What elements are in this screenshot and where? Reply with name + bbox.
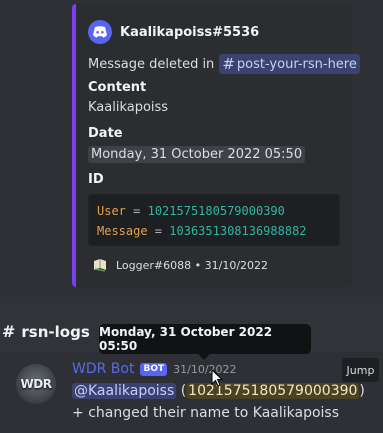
channel-mention-label: post-your-rsn-here — [236, 56, 357, 72]
avatar[interactable]: WDR — [16, 364, 56, 404]
code-line-user: User = 1021575180579000390 — [97, 204, 285, 218]
code-value: 1036351308136988882 — [169, 224, 307, 238]
embed-author: Kaalikapoiss#5536 — [88, 20, 259, 44]
field-id-name: ID — [88, 172, 104, 187]
code-key: Message — [97, 224, 148, 238]
embed-description: Message deleted in # post-your-rsn-here — [88, 54, 360, 74]
field-content-name: Content — [88, 80, 147, 95]
bot-badge: BOT — [140, 362, 168, 376]
embed-author-name: Kaalikapoiss#5536 — [120, 24, 260, 40]
book-icon — [94, 259, 106, 272]
channel-mention[interactable]: # post-your-rsn-here — [219, 54, 360, 74]
code-value: 1021575180579000390 — [147, 204, 285, 218]
paren-close: ) — [359, 383, 365, 399]
code-line-message: Message = 1036351308136988882 — [97, 224, 307, 238]
discord-logo-icon — [88, 20, 112, 44]
code-key: User — [97, 204, 126, 218]
hash-icon: # — [222, 55, 235, 73]
footer-text: Logger#6088 • 31/10/2022 — [116, 258, 269, 272]
field-content-value: Kaalikapoiss — [88, 100, 169, 115]
author-name[interactable]: WDR Bot — [72, 361, 134, 377]
jump-button[interactable]: Jump — [342, 358, 379, 382]
channel-header: # rsn-logs — [2, 322, 90, 341]
channel-hash-icon: # — [2, 322, 16, 341]
description-text: Message deleted in — [88, 56, 215, 72]
timestamp-tooltip: Monday, 31 October 2022 05:50 — [99, 324, 311, 354]
message-timestamp[interactable]: 31/10/2022 — [173, 363, 236, 376]
message-text: changed their name to Kaalikapoiss — [88, 405, 340, 421]
log-embed: Kaalikapoiss#5536 Message deleted in # p… — [72, 4, 360, 287]
avatar-text: WDR — [20, 377, 52, 391]
date-timestamp[interactable]: Monday, 31 October 2022 05:50 — [88, 146, 306, 163]
channel-name: rsn-logs — [21, 322, 90, 341]
plus-sign: + — [72, 405, 84, 421]
mouse-pointer-icon — [211, 369, 223, 387]
id-codeblock: User = 1021575180579000390 Message = 103… — [88, 194, 340, 246]
embed-footer: Logger#6088 • 31/10/2022 — [92, 256, 268, 274]
field-date-name: Date — [88, 126, 123, 141]
user-mention[interactable]: @Kaalikapoiss — [72, 383, 177, 399]
field-date-value: Monday, 31 October 2022 05:50 — [88, 146, 306, 163]
